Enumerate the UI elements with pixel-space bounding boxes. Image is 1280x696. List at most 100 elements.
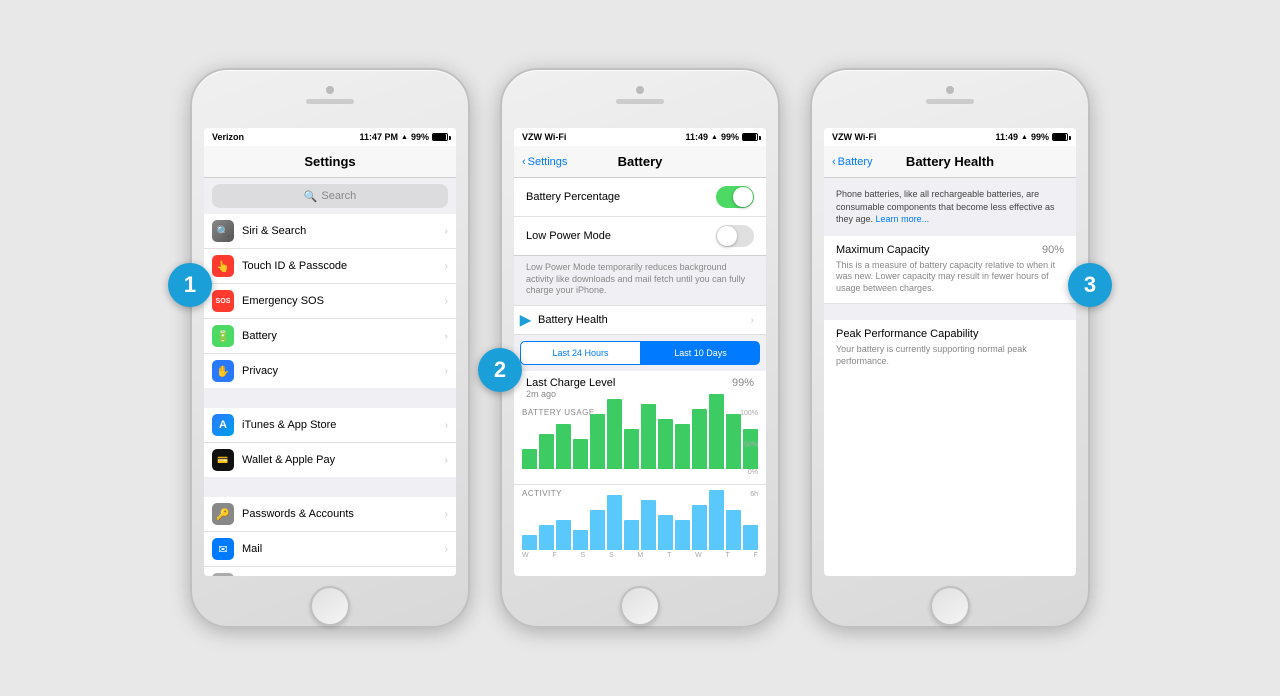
list-item[interactable]: 🔑 Passwords & Accounts › (204, 497, 456, 532)
speaker-bar (616, 99, 664, 104)
bar-blue (641, 500, 656, 550)
bar-blue (556, 520, 571, 550)
search-bar[interactable]: 🔍 Search (204, 178, 456, 214)
passwords-icon: 🔑 (212, 503, 234, 525)
privacy-label: Privacy (242, 365, 445, 377)
step-3-circle: 3 (1068, 263, 1112, 307)
arrow-icon-3: ▲ (1021, 134, 1028, 141)
step-1-circle: 1 (168, 263, 212, 307)
battery-health-screen-title: Battery Health (906, 154, 994, 169)
day-label: T (667, 552, 671, 559)
speaker-bar (306, 99, 354, 104)
battery-percentage-row: Battery Percentage (514, 178, 766, 217)
bar-green (692, 409, 707, 469)
chevron-icon: › (445, 509, 448, 520)
bar-green (573, 439, 588, 469)
battery-pct-3: 99% (1031, 132, 1049, 142)
back-button-2[interactable]: ‹ Settings (522, 156, 567, 168)
bhealth-intro-note: Phone batteries, like all rechargeable b… (824, 178, 1076, 236)
battery-screen-title: Battery (618, 154, 663, 169)
battery-icon-3 (1052, 133, 1068, 141)
battery-icon-2 (742, 133, 758, 141)
wallet-icon: 💳 (212, 449, 234, 471)
low-power-note: Low Power Mode temporarily reduces backg… (514, 256, 766, 305)
chevron-icon: › (751, 315, 754, 326)
low-power-toggle[interactable] (716, 225, 754, 247)
tab-row: Last 24 Hours Last 10 Days (514, 335, 766, 371)
camera-dot (326, 86, 334, 94)
search-label: Search (321, 190, 356, 202)
list-item[interactable]: 🔍 Siri & Search › (204, 214, 456, 249)
day-label: W (695, 552, 702, 559)
status-bar-2: VZW Wi-Fi 11:49 ▲ 99% (514, 128, 766, 146)
battery-health-label: Battery Health (538, 314, 608, 326)
home-button-2[interactable] (620, 586, 660, 626)
bar-green (556, 424, 571, 469)
back-button-3[interactable]: ‹ Battery (832, 156, 873, 168)
bar-blue (675, 520, 690, 550)
low-power-label: Low Power Mode (526, 230, 611, 242)
max-capacity-value: 90% (1042, 244, 1064, 256)
home-button-3[interactable] (930, 586, 970, 626)
list-item[interactable]: ✉ Mail › (204, 532, 456, 567)
settings-title: Settings (304, 154, 355, 169)
touchid-label: Touch ID & Passcode (242, 260, 445, 272)
mail-icon: ✉ (212, 538, 234, 560)
list-item[interactable]: 🔋 Battery › (204, 319, 456, 354)
day-label: W (522, 552, 529, 559)
list-item[interactable]: 👤 Contacts › (204, 567, 456, 576)
itunes-label: iTunes & App Store (242, 419, 445, 431)
battery-percentage-toggle[interactable] (716, 186, 754, 208)
peak-perf-note: Your battery is currently supporting nor… (836, 344, 1064, 367)
battery-pct-label: Battery Percentage (526, 191, 620, 203)
peak-perf-section: Peak Performance Capability Your battery… (824, 320, 1076, 375)
phone-3-wrapper: 3 VZW Wi-Fi 11:49 ▲ 99% (810, 68, 1090, 628)
battery-icon-1 (432, 133, 448, 141)
bar-blue (743, 525, 758, 550)
phone-2-top (502, 86, 778, 104)
bar-blue (624, 520, 639, 550)
day-label: T (726, 552, 730, 559)
time-2: 11:49 (686, 132, 709, 142)
settings-section-2: A iTunes & App Store › 💳 Wallet & Apple … (204, 408, 456, 477)
learn-more-link[interactable]: Learn more... (876, 214, 930, 224)
mail-label: Mail (242, 543, 445, 555)
chevron-icon: › (445, 296, 448, 307)
battery-usage-chart: BATTERY USAGE 100% 50% 0% (514, 404, 766, 484)
settings-section-3: 🔑 Passwords & Accounts › ✉ Mail › 👤 Cont… (204, 497, 456, 576)
day-label: S (580, 552, 585, 559)
chevron-icon: › (445, 420, 448, 431)
list-item[interactable]: ✋ Privacy › (204, 354, 456, 388)
list-item[interactable]: 💳 Wallet & Apple Pay › (204, 443, 456, 477)
step-2-circle: 2 (478, 348, 522, 392)
wallet-label: Wallet & Apple Pay (242, 454, 445, 466)
bar-blue (573, 530, 588, 550)
passwords-label: Passwords & Accounts (242, 508, 445, 520)
home-button-1[interactable] (310, 586, 350, 626)
search-input[interactable]: 🔍 Search (212, 184, 448, 208)
list-item[interactable]: A iTunes & App Store › (204, 408, 456, 443)
carrier-1: Verizon (212, 132, 244, 142)
list-item[interactable]: SOS Emergency SOS › (204, 284, 456, 319)
tab-10d[interactable]: Last 10 Days (641, 341, 760, 365)
time-1: 11:47 PM (360, 132, 399, 142)
activity-chart: ACTIVITY 6h WFSSMTWTF (514, 484, 766, 567)
chevron-icon: › (445, 544, 448, 555)
max-capacity-row: Maximum Capacity 90% This is a measure o… (824, 236, 1076, 304)
back-label-3: Battery (838, 156, 873, 168)
battery-health-row[interactable]: Battery Health › (514, 306, 766, 334)
tab-24h[interactable]: Last 24 Hours (520, 341, 641, 365)
arrow-icon-2: ▲ (711, 134, 718, 141)
battery-screen: Battery Percentage Low Power Mode (514, 178, 766, 567)
bar-blue (607, 495, 622, 550)
carrier-3: VZW Wi-Fi (832, 132, 876, 142)
charge-info: Last Charge Level 99% 2m ago (514, 371, 766, 404)
list-item[interactable]: 👆 Touch ID & Passcode › (204, 249, 456, 284)
bar-blue (590, 510, 605, 550)
bar-blue (539, 525, 554, 550)
chevron-icon: › (445, 261, 448, 272)
privacy-icon: ✋ (212, 360, 234, 382)
battery-health-section: ▶ Battery Health › (514, 305, 766, 335)
battery-menu-icon: 🔋 (212, 325, 234, 347)
bar-green (539, 434, 554, 469)
